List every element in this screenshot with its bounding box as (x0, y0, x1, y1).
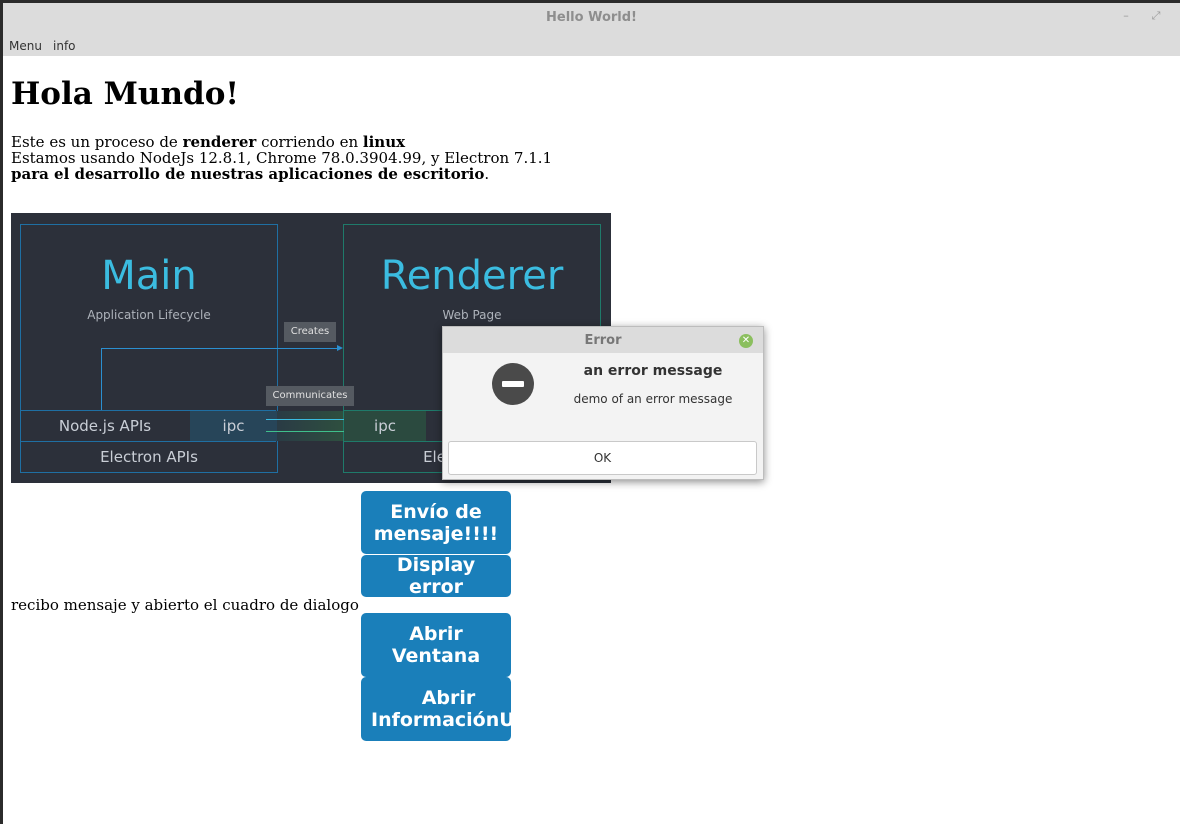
menu-bar: Menu info (3, 34, 1180, 56)
minimize-icon[interactable]: – (1119, 9, 1133, 23)
error-icon (492, 363, 534, 405)
creates-arrow-horizontal (101, 348, 341, 349)
received-message-text: recibo mensaje y abierto el cuadro de di… (11, 596, 359, 614)
creates-label: Creates (284, 322, 336, 342)
dialog-detail: demo of an error message (573, 392, 733, 406)
creates-arrow-head (337, 345, 343, 351)
close-icon[interactable]: ✕ (739, 334, 753, 348)
ipc-arrow-left (266, 431, 352, 432)
abrir-informacion-button[interactable]: Abrir InformaciónUs (361, 677, 511, 741)
ipc-right-label: ipc (374, 417, 396, 435)
main-title: Main (101, 253, 197, 299)
main-subtitle: Application Lifecycle (87, 308, 211, 322)
dialog-title: Error (443, 327, 763, 353)
ipc-arrow-right (266, 419, 352, 420)
page-heading: Hola Mundo! (11, 76, 239, 112)
communicates-label: Communicates (266, 386, 354, 406)
creates-arrow-vertical (101, 348, 102, 410)
intro-paragraph: Este es un proceso de renderer corriendo… (11, 134, 552, 182)
envio-mensaje-button[interactable]: Envío de mensaje!!!! (361, 491, 511, 554)
maximize-icon[interactable]: ⤢ (1149, 9, 1163, 23)
renderer-title: Renderer (380, 253, 564, 299)
display-error-button[interactable]: Display error (361, 555, 511, 597)
menu-item-info[interactable]: info (53, 39, 76, 53)
dialog-message: an error message (583, 363, 723, 379)
purpose-period: . (484, 165, 490, 183)
ipc-left-label: ipc (222, 417, 245, 435)
electron-apis-left-label: Electron APIs (100, 448, 198, 466)
ipc-channel (277, 411, 343, 441)
menu-item-menu[interactable]: Menu (9, 39, 42, 53)
error-dialog: Error ✕ an error message demo of an erro… (442, 326, 764, 480)
renderer-subtitle: Web Page (442, 308, 502, 322)
main-divider-2 (20, 441, 276, 442)
purpose-text: para el desarrollo de nuestras aplicacio… (11, 165, 485, 183)
ok-button[interactable]: OK (448, 441, 757, 475)
abrir-ventana-button[interactable]: Abrir Ventana (361, 613, 511, 677)
title-bar[interactable]: Hello World! – ⤢ (3, 3, 1180, 34)
window-title: Hello World! (546, 10, 637, 25)
node-apis-label: Node.js APIs (58, 417, 152, 435)
